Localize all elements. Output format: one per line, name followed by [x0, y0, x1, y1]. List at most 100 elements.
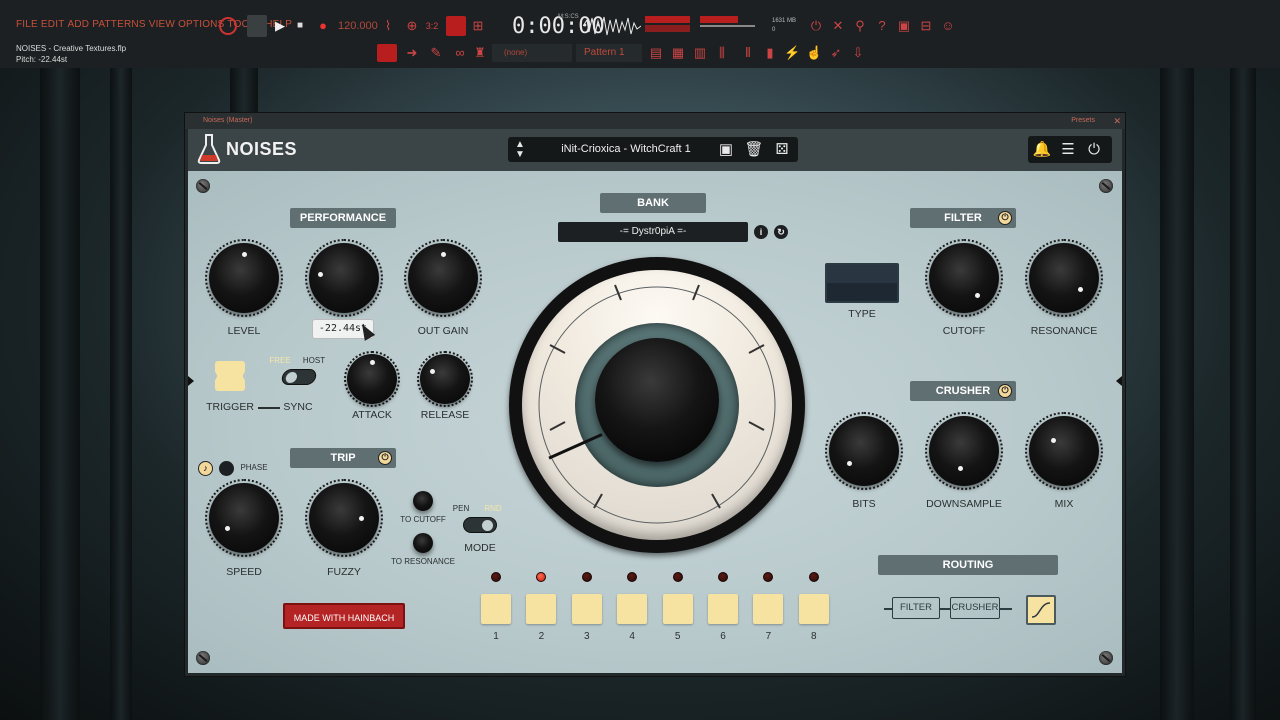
bank-morph-dial[interactable]	[509, 257, 805, 553]
routing-filter-block[interactable]: FILTER	[892, 597, 940, 619]
to-resonance-knob[interactable]	[413, 533, 433, 553]
piano-roll-icon[interactable]: ▦	[670, 45, 686, 61]
power-icon[interactable]: ⏻	[1084, 137, 1104, 162]
stop-icon[interactable]: ■	[292, 18, 308, 34]
note-sync-icon[interactable]: ♪	[198, 461, 213, 476]
step-pad[interactable]	[798, 594, 829, 624]
step-pad[interactable]	[481, 594, 511, 624]
step-pad[interactable]	[753, 594, 784, 624]
downsample-knob[interactable]	[929, 416, 999, 486]
mixer-icon[interactable]: ⫼	[714, 45, 730, 61]
help-icon[interactable]: ?	[874, 18, 890, 34]
routing-curve-button[interactable]	[1026, 595, 1056, 625]
phase-knob[interactable]	[219, 461, 234, 476]
pitch-knob[interactable]	[309, 243, 379, 313]
resonance-knob[interactable]	[1029, 243, 1099, 313]
pat-song-toggle[interactable]	[247, 15, 267, 37]
close-icon[interactable]: ✕	[1113, 113, 1121, 129]
playlist-icon[interactable]: ▤	[648, 45, 664, 61]
routing-crusher-block[interactable]: CRUSHER	[950, 597, 1000, 619]
arrow-icon[interactable]: ➜	[404, 45, 420, 61]
routing-line	[940, 608, 950, 610]
tuning-icon[interactable]: ⚲	[852, 18, 868, 34]
play-icon[interactable]: ▶	[272, 18, 288, 34]
bank-name[interactable]: -= Dystr0piA =-	[558, 222, 748, 242]
level-knob[interactable]	[209, 243, 279, 313]
download-icon[interactable]: ⇩	[850, 45, 866, 61]
mixer-faders-icon[interactable]: ⫴	[740, 45, 756, 61]
to-cutoff-label: TO CUTOFF	[400, 515, 446, 524]
plug-icon[interactable]: ⚡	[784, 45, 800, 61]
save-project-icon[interactable]: ▣	[896, 18, 912, 34]
bell-icon[interactable]: 🔔	[1032, 137, 1052, 162]
trip-power-icon[interactable]: ⏻	[378, 451, 392, 465]
cursor-icon[interactable]: ➶	[828, 45, 844, 61]
plugin-db-icon[interactable]: ⊟	[918, 18, 934, 34]
brush-icon[interactable]: ✎	[428, 45, 444, 61]
chat-icon[interactable]: ☺	[940, 18, 956, 34]
metronome-icon[interactable]: ⌇	[380, 18, 396, 34]
cutoff-knob[interactable]	[929, 243, 999, 313]
typing-keyboard-icon[interactable]	[446, 16, 466, 36]
trigger-pad[interactable]	[215, 361, 245, 391]
fuzzy-knob[interactable]	[309, 483, 379, 553]
snap-icon[interactable]	[377, 44, 397, 62]
dial-ring	[522, 270, 792, 540]
plugin-header: NOISES ▲ ▼ iNit-Crioxica - WitchCraft 1 …	[188, 129, 1122, 171]
step-edit-icon[interactable]: ⊞	[470, 18, 486, 34]
link-icon[interactable]: ∞	[452, 45, 468, 61]
presets-menu[interactable]: Presets	[1071, 113, 1095, 129]
step-pad[interactable]	[708, 594, 738, 624]
mode-switch[interactable]	[463, 517, 497, 533]
tempo-display[interactable]: 120.000	[338, 20, 378, 32]
filter-power-icon[interactable]: ⏻	[998, 211, 1012, 225]
countdown-icon[interactable]: 3:2	[424, 18, 440, 34]
screw	[1099, 651, 1113, 665]
mix-knob[interactable]	[1029, 416, 1099, 486]
menu-icon[interactable]: ☰	[1058, 137, 1078, 162]
channel-icon[interactable]: ♜	[472, 45, 488, 61]
pattern-selector[interactable]: Pattern 1	[576, 44, 642, 62]
crusher-power-icon[interactable]: ⏻	[998, 384, 1012, 398]
record-icon[interactable]: ●	[315, 18, 331, 34]
menu-file[interactable]: FILE	[16, 19, 38, 30]
to-cutoff-knob[interactable]	[413, 491, 433, 511]
step-pad[interactable]	[617, 594, 648, 624]
channel-rack-icon[interactable]: ▥	[692, 45, 708, 61]
save-icon[interactable]: ▣	[716, 137, 736, 162]
sync-label: SYNC	[283, 401, 313, 413]
release-knob[interactable]	[420, 354, 470, 404]
sync-switch[interactable]	[280, 369, 318, 385]
info-icon[interactable]: i	[754, 225, 768, 239]
randomize-dice-icon[interactable]: ⚄	[772, 137, 792, 162]
master-volume-bar[interactable]	[645, 16, 690, 23]
made-with-hainbach-button[interactable]: MADE WITH HAINBACH	[283, 603, 405, 629]
touch-icon[interactable]: ☝	[806, 45, 822, 61]
next-preset-icon[interactable]: ▼	[510, 142, 530, 167]
menu-patterns[interactable]: PATTERNS	[92, 19, 145, 30]
window-title[interactable]: Noises (Master)	[185, 113, 1125, 129]
menu-view[interactable]: VIEW	[149, 19, 175, 30]
step-pad[interactable]	[571, 594, 602, 624]
menu-edit[interactable]: EDIT	[41, 19, 65, 30]
out-gain-knob[interactable]	[408, 243, 478, 313]
menu-add[interactable]: ADD	[68, 19, 90, 30]
step-pad[interactable]	[662, 594, 693, 624]
preset-name[interactable]: iNit-Crioxica - WitchCraft 1	[556, 137, 696, 162]
attack-knob[interactable]	[347, 354, 397, 404]
menu-options[interactable]: OPTIONS	[178, 19, 224, 30]
master-pitch-bar[interactable]	[645, 25, 690, 32]
step-pad[interactable]	[526, 594, 557, 624]
reload-icon[interactable]: ↻	[774, 225, 788, 239]
filter-type-selector[interactable]	[825, 263, 899, 303]
channel-selector[interactable]: (none)	[492, 44, 572, 62]
mic-off-icon[interactable]: ✕	[830, 18, 846, 34]
dial-knob[interactable]	[595, 338, 719, 462]
bits-knob[interactable]	[829, 416, 899, 486]
power-icon[interactable]: ⏻	[808, 18, 824, 34]
browser-icon[interactable]: ▮	[762, 45, 778, 61]
trigger-label: TRIGGER	[206, 401, 254, 413]
speed-knob[interactable]	[209, 483, 279, 553]
wait-icon[interactable]: ⊕	[404, 18, 420, 34]
trash-icon[interactable]: 🗑	[744, 137, 764, 162]
